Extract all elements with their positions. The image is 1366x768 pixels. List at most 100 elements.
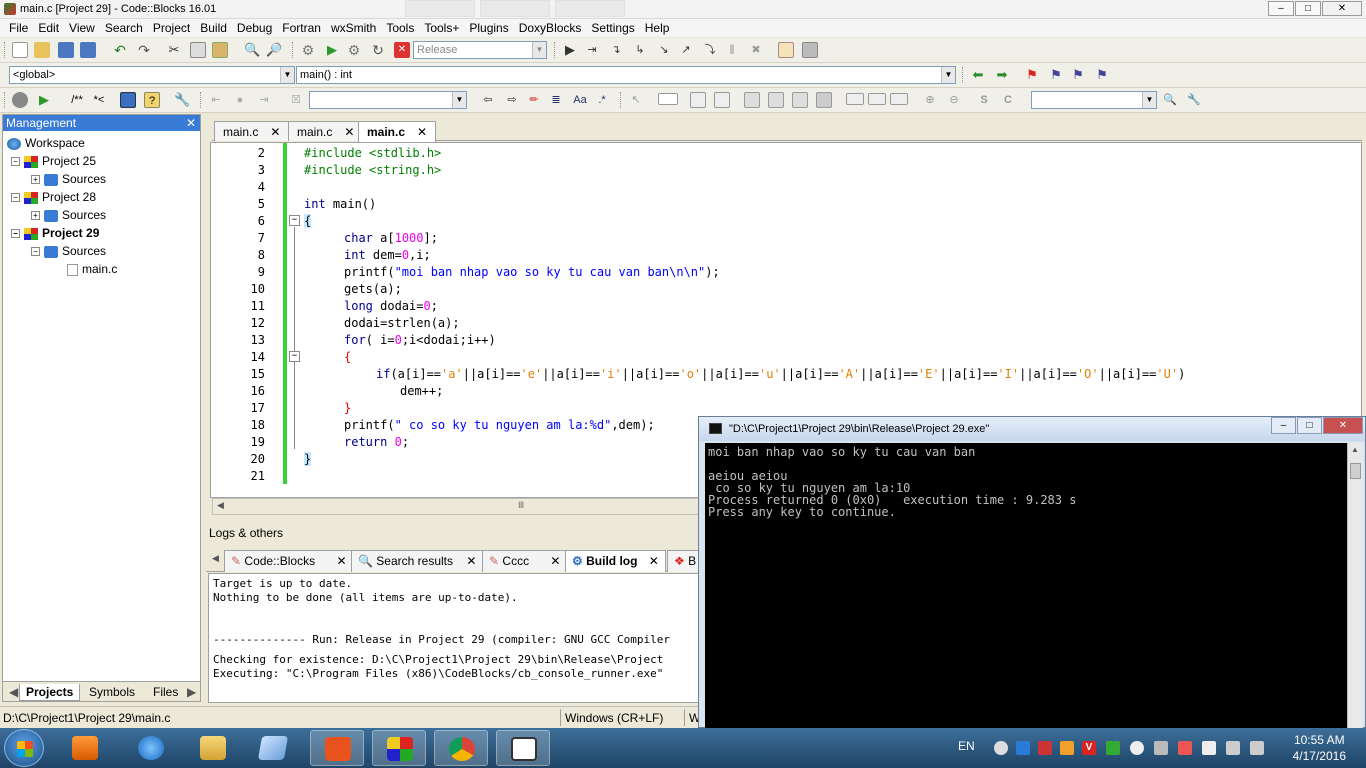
tree-workspace[interactable]: Workspace <box>7 134 85 152</box>
build-gear-icon[interactable]: ⚙ <box>300 42 316 58</box>
menu-tools-plus[interactable]: Tools+ <box>419 21 464 35</box>
tab-scroll-left-icon[interactable]: ◀ <box>212 553 219 564</box>
fold-toggle-icon[interactable]: − <box>289 215 300 226</box>
menu-edit[interactable]: Edit <box>33 21 64 35</box>
redo-icon[interactable]: ↷ <box>136 42 152 58</box>
dot-icon[interactable]: ● <box>232 92 248 108</box>
debug-windows-icon[interactable] <box>778 42 794 58</box>
bookmark-next-icon[interactable]: ⚑ <box>1070 67 1086 83</box>
tree-project-28[interactable]: − Project 28 <box>11 188 96 206</box>
tree-folder-sources[interactable]: + Sources <box>31 206 106 224</box>
editor-tab[interactable]: main.c ✕ <box>214 121 290 141</box>
expand-icon[interactable]: + <box>31 175 40 185</box>
paste-icon[interactable] <box>212 42 228 58</box>
debug-start-icon[interactable]: ▶ <box>562 42 578 58</box>
volume-icon[interactable] <box>1154 741 1168 755</box>
jump-forward-icon[interactable]: ➡ <box>994 67 1010 83</box>
tree-project-29[interactable]: − Project 29 <box>11 224 99 242</box>
open-folder-icon[interactable] <box>34 42 50 58</box>
taskbar-chrome[interactable] <box>434 730 488 766</box>
action-center-icon[interactable] <box>1202 741 1216 755</box>
editor-horizontal-scrollbar[interactable]: ◀ Ⅲ <box>212 498 702 515</box>
editor-tab[interactable]: main.c ✕ <box>288 121 364 141</box>
menu-fortran[interactable]: Fortran <box>277 21 326 35</box>
update-icon[interactable] <box>1130 741 1144 755</box>
collapse-icon[interactable]: − <box>31 247 40 257</box>
line-comment-button[interactable]: *< <box>90 92 108 108</box>
taskbar-console[interactable] <box>496 730 550 766</box>
menu-wxsmith[interactable]: wxSmith <box>326 21 381 35</box>
widget-5-icon[interactable] <box>846 93 864 105</box>
tree-folder-sources[interactable]: − Sources <box>31 242 106 260</box>
tab-codeblocks-log[interactable]: ✎ Code::Blocks ✕ <box>224 550 354 572</box>
taskbar-foxit[interactable] <box>310 730 364 766</box>
highlight-icon[interactable]: ✏ <box>526 92 542 108</box>
taskbar-internet-explorer[interactable] <box>124 730 178 766</box>
undo-icon[interactable]: ↶ <box>112 42 128 58</box>
close-icon[interactable]: ✕ <box>344 125 354 139</box>
minimize-button[interactable]: – <box>1268 1 1294 16</box>
tab-symbols[interactable]: Symbols <box>83 684 141 700</box>
stop-debug-icon[interactable]: ✖ <box>748 42 764 58</box>
menu-build[interactable]: Build <box>195 21 232 35</box>
next-line-icon[interactable]: ↴ <box>608 42 624 58</box>
tab-search-results[interactable]: 🔍 Search results ✕ <box>351 550 484 572</box>
teamviewer-icon[interactable] <box>1016 741 1030 755</box>
widget-1-icon[interactable] <box>744 92 760 108</box>
html-docs-icon[interactable] <box>120 92 136 108</box>
language-indicator[interactable]: EN <box>958 739 975 753</box>
zoom-out-icon[interactable]: ⊖ <box>946 92 962 108</box>
widget-4-icon[interactable] <box>816 92 832 108</box>
tray-app-4-icon[interactable] <box>1178 741 1192 755</box>
zoom-in-icon[interactable]: ⊕ <box>922 92 938 108</box>
image-icon[interactable] <box>690 92 706 108</box>
s-icon[interactable]: S <box>976 92 992 108</box>
expand-icon[interactable]: + <box>31 211 40 221</box>
maximize-button[interactable]: □ <box>1295 1 1321 16</box>
run-icon[interactable]: ▶ <box>324 42 340 58</box>
debug-info-icon[interactable] <box>802 42 818 58</box>
taskbar-media-player[interactable] <box>58 730 112 766</box>
new-file-icon[interactable] <box>12 42 28 58</box>
selection-icon[interactable]: ≣ <box>548 92 564 108</box>
menu-project[interactable]: Project <box>148 21 195 35</box>
display-icon[interactable] <box>1250 741 1264 755</box>
menu-search[interactable]: Search <box>100 21 148 35</box>
tab-projects[interactable]: Projects <box>19 684 81 701</box>
widget-7-icon[interactable] <box>890 93 908 105</box>
bookmark-toggle-icon[interactable]: ⚑ <box>1024 67 1040 83</box>
rebuild-icon[interactable]: ↻ <box>370 42 386 58</box>
close-icon[interactable]: ✕ <box>417 125 427 139</box>
next-instruction-icon[interactable]: ↳ <box>632 42 648 58</box>
cut-icon[interactable]: ✂ <box>166 42 182 58</box>
save-all-icon[interactable] <box>80 42 96 58</box>
tray-app-3-icon[interactable] <box>1106 741 1120 755</box>
close-button[interactable]: ✕ <box>1322 1 1362 16</box>
widget-6-icon[interactable] <box>868 93 886 105</box>
function-select[interactable]: main() : int ▼ <box>296 66 956 84</box>
scope-select[interactable]: <global> ▼ <box>9 66 295 84</box>
network-icon[interactable] <box>994 741 1008 755</box>
jump-back-icon[interactable]: ⬅ <box>970 67 986 83</box>
menu-plugins[interactable]: Plugins <box>464 21 513 35</box>
fold-toggle-icon[interactable]: − <box>289 351 300 362</box>
console-close-button[interactable]: ✕ <box>1323 417 1363 434</box>
tab-build-log[interactable]: ⚙ Build log ✕ <box>565 550 666 572</box>
close-icon[interactable]: ✕ <box>550 554 560 568</box>
collapse-icon[interactable]: − <box>11 157 20 167</box>
widget-2-icon[interactable] <box>768 92 784 108</box>
pointer-icon[interactable]: ↖ <box>628 92 644 108</box>
menu-settings[interactable]: Settings <box>586 21 639 35</box>
build-and-run-icon[interactable]: ⚙ <box>346 42 362 58</box>
tree-project-25[interactable]: − Project 25 <box>11 152 96 170</box>
incremental-search-input[interactable]: ▼ <box>309 91 467 109</box>
match-case-icon[interactable]: Aa <box>572 92 588 108</box>
extract-docs-icon[interactable]: ▶ <box>36 92 52 108</box>
unikey-icon[interactable]: V <box>1082 741 1096 755</box>
close-icon[interactable]: ✕ <box>466 554 476 568</box>
close-icon[interactable]: ✕ <box>186 115 196 131</box>
thread-search-icon[interactable]: 🔍 <box>1162 92 1178 108</box>
build-log-output[interactable]: Target is up to date. Nothing to be done… <box>208 573 702 703</box>
clear-search-icon[interactable]: ☒ <box>288 92 304 108</box>
step-out-icon[interactable]: ↗ <box>678 42 694 58</box>
